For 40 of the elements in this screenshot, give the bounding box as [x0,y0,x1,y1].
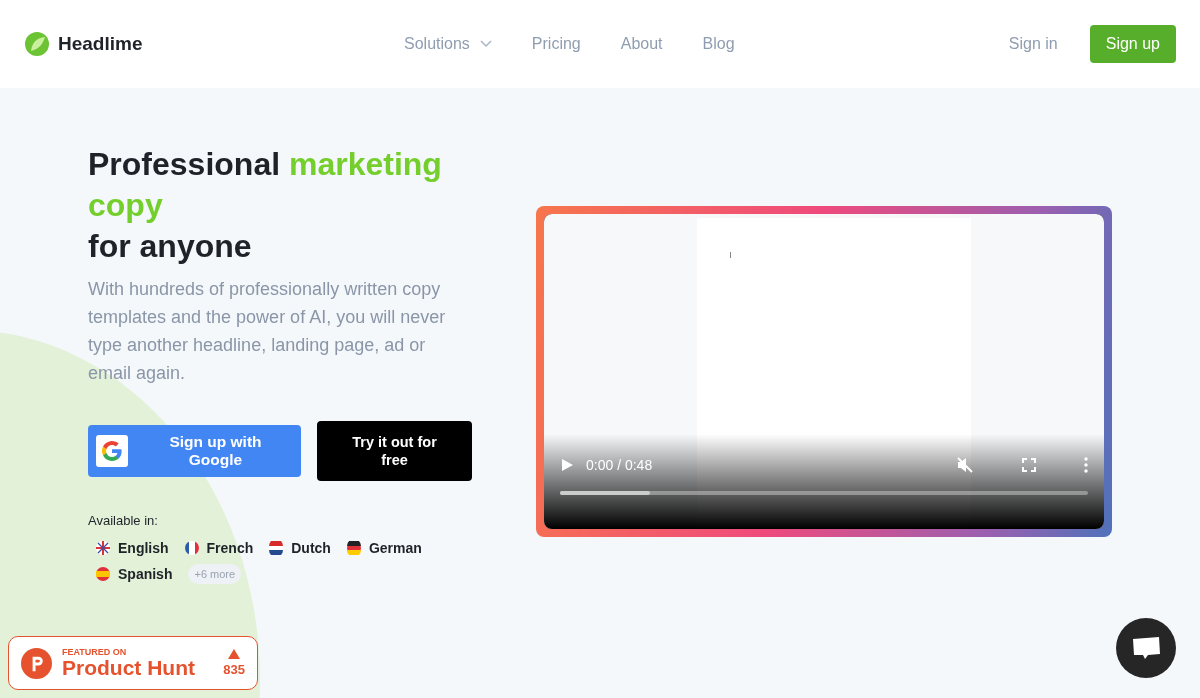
speech-bubble-icon [1131,635,1161,661]
sign-up-button[interactable]: Sign up [1089,25,1176,63]
language-name: German [368,540,422,556]
google-icon [96,435,128,467]
hero-headline: Professional marketing copy for anyone [88,145,443,266]
fullscreen-icon [1022,458,1036,472]
try-free-button[interactable]: Try it out for free [317,421,472,481]
video-time: 0:00 / 0:48 [586,457,654,473]
language-name: English [118,540,169,556]
available-label: Available in: [88,513,159,528]
flag-icon [269,541,284,555]
google-sign-up-button[interactable]: Sign up with Google [88,425,301,477]
flag-icon [96,541,110,555]
flag-icon [346,541,361,555]
nav-link[interactable]: Blog [702,35,735,53]
nav-link[interactable]: Solutions [404,35,492,53]
muted-speaker-icon[interactable] [956,456,974,474]
brand-name[interactable]: Headlime [58,33,143,55]
more-languages-tag[interactable]: +6 more [188,564,242,584]
language-name: Dutch [291,540,331,556]
product-hunt-logo-icon [21,647,52,679]
chevron-down-icon [479,40,492,48]
badge-title: Product Hunt [62,657,196,679]
nav-link[interactable]: About [620,35,663,53]
nav-link[interactable]: Pricing [531,35,581,53]
play-icon [560,458,574,472]
progress-track[interactable] [560,491,1088,495]
language-name: French [206,540,254,556]
hero-subtitle: With hundreds of professionally written copy templates and the power of AI, you will never type another headline, landing page, ad or email again. [88,278,447,385]
featured-label: FEATURED ON [62,647,128,657]
chat-button[interactable] [1116,618,1176,678]
sign-in-link[interactable]: Sign in [1008,35,1058,53]
triangle-up-icon [228,649,241,659]
flag-icon [184,541,199,555]
leaf-logo-icon [24,31,50,57]
product-hunt-badge[interactable]: FEATURED ON Product Hunt 835 [8,636,258,690]
flag-icon [96,567,110,581]
language-name: Spanish [118,566,173,582]
vote-count: 835 [223,662,245,677]
more-options-icon [1084,457,1088,473]
